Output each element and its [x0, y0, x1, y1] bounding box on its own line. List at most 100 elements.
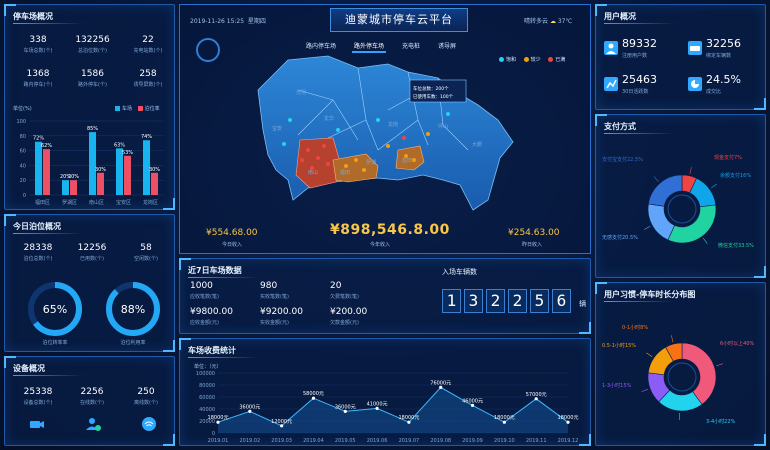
bar-y-tick: 40 — [20, 163, 26, 169]
stat-received-count: 980 实收笔数(笔) — [260, 281, 289, 300]
line-y-tick: 100000 — [196, 371, 215, 377]
bar-y-tick: 80 — [20, 134, 26, 140]
bar-y-tick: 60 — [20, 149, 26, 155]
payment-panel: 支付方式 现金支付7% 余额支付16% 微信支付33.5% 无感支付20.5% 支付宝支… — [595, 114, 766, 278]
line-value-label: 57000元 — [526, 392, 547, 398]
district-baoan: 宝安 — [272, 125, 282, 132]
donut-label: 0-1小时8% — [622, 324, 648, 331]
stat-today-used: 12256 已用数(个) — [77, 243, 107, 262]
donut-leader — [689, 166, 692, 174]
stat-today-total: 28338 泊位总数(个) — [23, 243, 53, 262]
yesterday-income: ¥254.63.00 — [508, 228, 560, 238]
stat-bound-cars: 32256 绑定车辆数 — [706, 37, 741, 59]
stat-active30: 25463 30日活跃数 — [622, 73, 657, 95]
line-value-label: 18000元 — [208, 415, 229, 421]
fee-chart-panel: 车场收费统计 单位：（元） 0 20000 40000 60000 80000 10000… — [179, 338, 591, 446]
habit-panel: 用户习惯-停车时长分布图 6小时以上40% 3-4小时22% 1-3小时15% 0.5… — [595, 282, 766, 446]
header-weather: 晴转多云 ☁ 37℃ — [524, 16, 572, 25]
entry-counter: 132256 辆 — [442, 289, 586, 313]
stat-total-spaces: 132256 总泊位数(个) — [75, 35, 110, 54]
donut-inner-ring — [667, 362, 697, 392]
habit-title: 用户习惯-停车时长分布图 — [604, 290, 696, 302]
donut-leader — [653, 176, 659, 182]
seven-days-title: 近7日车场数据 — [188, 266, 258, 278]
line-x-tick: 2019.04 — [303, 438, 324, 444]
camera-icon — [30, 421, 44, 428]
stat-device-online: 2256 在线数(个) — [80, 387, 104, 406]
payment-title: 支付方式 — [604, 122, 674, 134]
stat-device-offline: 250 离线数(个) — [134, 387, 158, 406]
bar-legend: 车场 泊位率 — [115, 105, 160, 112]
payment-donut: 现金支付7% 余额支付16% 微信支付33.5% 无感支付20.5% 支付宝支付22.5… — [602, 154, 754, 249]
weather-text: 晴转多云 — [524, 18, 549, 25]
line-x-tick: 2019.03 — [271, 438, 292, 444]
stat-offstreet: 1586 路外停车(个) — [78, 69, 107, 88]
year-income: ¥898,546.8.00 — [330, 222, 450, 238]
entry-digit: 6 — [552, 289, 571, 313]
entry-unit: 辆 — [579, 300, 587, 308]
stat-received-amount: ¥9200.00 实收金额(元) — [260, 307, 303, 326]
map-region-main — [257, 55, 514, 211]
legend-lot: 车场 — [122, 106, 133, 112]
gauge-utilization: 88% — [106, 282, 160, 336]
today-income: ¥554.68.00 — [206, 228, 258, 238]
stat-receivable-amount: ¥9800.00 应收金额(元) — [190, 307, 233, 326]
line-x-tick: 2019.05 — [335, 438, 356, 444]
stat-lot-count: 338 车场总数(个) — [23, 35, 53, 54]
legend-rate: 泊位率 — [144, 106, 160, 112]
stat-guidance: 258 诱导屏数(个) — [133, 69, 163, 88]
gauge-utilization-label: 泊位利用率 — [120, 340, 146, 346]
district-longgang: 龙岗 — [388, 121, 398, 128]
bar-value-label: 85% — [87, 126, 98, 132]
stat-receivable-count: 1000 应收笔数(笔) — [190, 281, 219, 300]
district-longhua: 龙华 — [324, 115, 334, 122]
entry-digit: 3 — [464, 289, 483, 313]
bar-value-label: 63% — [114, 142, 125, 148]
user-check-icon — [86, 418, 101, 431]
district-nanshan: 南山 — [308, 169, 318, 176]
gauge-turnover: 65% — [28, 282, 82, 336]
line-value-label: 18000元 — [494, 415, 515, 421]
user-overview-title: 用户概况 — [604, 12, 674, 24]
bar-unit: 单位(%) — [13, 106, 32, 112]
bar — [151, 172, 158, 195]
bar-x-tick: 南山区 — [89, 199, 104, 206]
bar-chart: 02040608010072%62%福田区20%20%罗湖区85%30%南山区6… — [16, 119, 164, 206]
bar-value-label: 72% — [33, 136, 44, 142]
seven-days-panel: 近7日车场数据 1000 应收笔数(笔) 980 实收笔数(笔) 20 欠费笔数(笔)… — [179, 258, 591, 334]
line-value-label: 76000元 — [430, 380, 451, 386]
map-tooltip-line2: 已使用车数：100个 — [413, 93, 454, 100]
line-value-label: 18000元 — [558, 415, 579, 421]
district-yantian: 盐田 — [402, 157, 412, 164]
stat-onstreet: 1368 路内停车(个) — [23, 69, 53, 88]
line-y-tick: 40000 — [199, 407, 215, 413]
bar-y-tick: 100 — [16, 119, 26, 125]
bar — [35, 141, 42, 195]
entry-digit: 5 — [530, 289, 549, 313]
bar-value-label: 62% — [41, 143, 52, 149]
device-overview-panel: 设备概况 25338 设备总数(个) 2256 在线数(个) 250 离线数(个) — [4, 356, 175, 446]
line-x-tick: 2019.02 — [239, 438, 260, 444]
donut-label: 6小时以上40% — [720, 340, 755, 347]
page-title: 迪蒙城市停车云平台 — [330, 8, 468, 32]
weather-icon: ☁ — [549, 18, 556, 25]
stat-arrears-amount: ¥200.00 欠款金额(元) — [330, 307, 368, 326]
donut-slice — [647, 203, 675, 241]
yesterday-income-label: 昨日收入 — [522, 242, 543, 248]
donut-leader — [646, 352, 653, 358]
entry-digit: 1 — [442, 289, 461, 313]
gauge-turnover-label: 泊位转率率 — [42, 340, 68, 346]
line-y-tick: 0 — [212, 431, 215, 437]
line-value-label: 46000元 — [462, 398, 483, 404]
bar-value-label: 30% — [95, 167, 106, 173]
bar-value-label: 53% — [122, 150, 133, 156]
line-y-tick: 60000 — [199, 395, 215, 401]
legend-full-swatch — [548, 57, 554, 62]
bar-x-tick: 福田区 — [35, 199, 50, 206]
bar — [70, 180, 77, 195]
line-value-label: 36000元 — [335, 404, 356, 410]
district-dapeng: 大鹏 — [472, 141, 482, 148]
gauge-turnover-value: 65% — [43, 303, 67, 316]
bar-value-label: 30% — [149, 167, 160, 173]
line-x-tick: 2019.06 — [367, 438, 388, 444]
